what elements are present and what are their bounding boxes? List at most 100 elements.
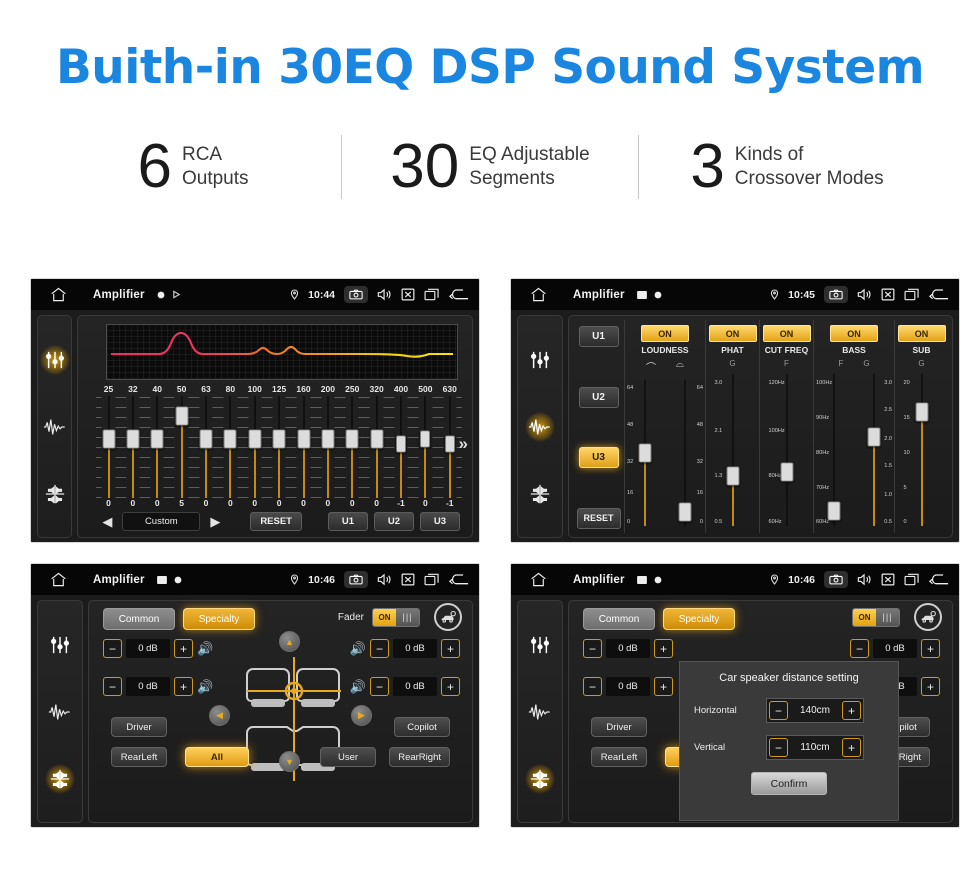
home-icon[interactable]: [41, 287, 75, 302]
increase-button[interactable]: +: [654, 639, 673, 658]
decrease-button[interactable]: −: [850, 639, 869, 658]
reset-button[interactable]: RESET: [250, 512, 302, 531]
decrease-button[interactable]: −: [370, 677, 389, 696]
eq-sliders-icon[interactable]: [39, 344, 70, 375]
increase-button[interactable]: +: [441, 677, 460, 696]
cut-freq-toggle[interactable]: ON: [762, 325, 811, 342]
confirm-button[interactable]: Confirm: [751, 772, 827, 795]
camera-icon[interactable]: [824, 571, 848, 588]
tone-reset-button[interactable]: RESET: [576, 507, 621, 529]
eq-sliders-icon[interactable]: [525, 630, 555, 660]
position-rearleft-button[interactable]: RearLeft: [591, 747, 647, 767]
bass-freq-slider[interactable]: 100Hz 90Hz 80Hz 70Hz 60Hz: [816, 370, 852, 530]
balance-icon[interactable]: [45, 763, 75, 794]
position-rearright-button[interactable]: RearRight: [389, 747, 450, 767]
increase-button[interactable]: +: [441, 639, 460, 658]
decrease-button[interactable]: −: [583, 677, 602, 696]
more-bands-icon[interactable]: »: [459, 434, 468, 454]
nav-right-button[interactable]: ▶: [351, 705, 372, 726]
balance-icon[interactable]: [525, 479, 555, 509]
camera-icon[interactable]: [824, 286, 848, 303]
car-settings-icon[interactable]: [434, 603, 462, 631]
speaker-icon: 🔊: [197, 678, 214, 694]
nav-down-button[interactable]: ▼: [279, 751, 300, 772]
waveform-icon[interactable]: [45, 697, 75, 727]
eq-sliders-icon[interactable]: [45, 630, 75, 660]
home-icon[interactable]: [521, 572, 555, 587]
eq-slider[interactable]: [388, 396, 414, 498]
balance-icon[interactable]: [40, 479, 70, 509]
home-icon[interactable]: [41, 572, 75, 587]
eq-slider[interactable]: [291, 396, 316, 498]
cut-freq-slider[interactable]: 120Hz 100Hz 80Hz 60Hz: [769, 370, 805, 530]
tone-preset-u1-button[interactable]: U1: [578, 326, 619, 347]
decrease-button[interactable]: −: [769, 738, 788, 757]
increase-button[interactable]: +: [921, 677, 940, 696]
user-preset-u2-button[interactable]: U2: [374, 512, 414, 531]
decrease-button[interactable]: −: [769, 701, 788, 720]
loudness-slider-right[interactable]: 64 48 32 16 0: [667, 376, 703, 530]
increase-button[interactable]: +: [842, 701, 861, 720]
eq-sliders-icon[interactable]: [525, 345, 555, 375]
decrease-button[interactable]: −: [583, 639, 602, 658]
increase-button[interactable]: +: [174, 677, 193, 696]
eq-slider[interactable]: [266, 396, 292, 498]
eq-slider[interactable]: [364, 396, 389, 498]
car-settings-icon[interactable]: [914, 603, 942, 631]
eq-slider[interactable]: [145, 396, 170, 498]
tab-specialty[interactable]: Specialty: [663, 608, 735, 630]
position-copilot-button[interactable]: Copilot: [394, 717, 450, 737]
waveform-icon[interactable]: [40, 412, 70, 442]
eq-slider[interactable]: [169, 396, 194, 498]
eq-slider[interactable]: [120, 396, 146, 498]
position-user-button[interactable]: User: [320, 747, 376, 767]
nav-up-button[interactable]: ▲: [279, 631, 300, 652]
user-preset-u1-button[interactable]: U1: [328, 512, 368, 531]
sub-gain-slider[interactable]: 20 15 10 5 0: [904, 370, 940, 530]
eq-slider[interactable]: [96, 396, 121, 498]
loudness-toggle[interactable]: ON: [641, 325, 689, 342]
tab-specialty[interactable]: Specialty: [183, 608, 255, 630]
loudness-slider-left[interactable]: 64 48 32 16 0: [627, 376, 663, 530]
user-preset-u3-button[interactable]: U3: [420, 512, 460, 531]
increase-button[interactable]: +: [174, 639, 193, 658]
increase-button[interactable]: +: [842, 738, 861, 757]
increase-button[interactable]: +: [921, 639, 940, 658]
eq-slider[interactable]: [193, 396, 219, 498]
home-icon[interactable]: [521, 287, 555, 302]
sub-toggle[interactable]: ON: [897, 325, 946, 342]
camera-icon[interactable]: [344, 571, 368, 588]
preset-name-display[interactable]: Custom: [122, 512, 201, 531]
increase-button[interactable]: +: [654, 677, 673, 696]
decrease-button[interactable]: −: [103, 639, 122, 658]
bass-gain-slider[interactable]: 3.0 2.5 2.0 1.5 1.0 0.5: [856, 370, 892, 530]
phat-toggle[interactable]: ON: [708, 325, 757, 342]
waveform-icon[interactable]: [525, 411, 555, 442]
camera-icon[interactable]: [344, 286, 368, 303]
eq-slider[interactable]: [218, 396, 243, 498]
decrease-button[interactable]: −: [103, 677, 122, 696]
fader-toggle[interactable]: ON |||: [372, 607, 420, 627]
nav-left-button[interactable]: ◀: [209, 705, 230, 726]
prev-preset-button[interactable]: ◀: [98, 514, 116, 530]
position-driver-button[interactable]: Driver: [591, 717, 647, 737]
position-rearleft-button[interactable]: RearLeft: [111, 747, 167, 767]
tone-preset-u3-button[interactable]: U3: [578, 447, 619, 469]
next-preset-button[interactable]: ▶: [206, 514, 224, 530]
phat-gain-slider[interactable]: 3.0 2.1 1.3 0.5: [715, 370, 751, 530]
eq-slider[interactable]: [340, 396, 365, 498]
bass-toggle[interactable]: ON: [830, 325, 878, 342]
balance-icon[interactable]: [525, 763, 555, 794]
fader-toggle[interactable]: ON |||: [852, 607, 900, 627]
tab-common[interactable]: Common: [583, 608, 655, 630]
tab-common[interactable]: Common: [103, 608, 175, 630]
eq-slider[interactable]: [242, 396, 267, 498]
waveform-icon[interactable]: [525, 697, 555, 727]
tone-preset-u2-button[interactable]: U2: [578, 386, 619, 408]
image-icon: [636, 575, 647, 584]
eq-slider[interactable]: [315, 396, 341, 498]
position-all-button[interactable]: All: [185, 747, 249, 767]
position-driver-button[interactable]: Driver: [111, 717, 167, 737]
eq-slider[interactable]: [413, 396, 438, 498]
decrease-button[interactable]: −: [370, 639, 389, 658]
